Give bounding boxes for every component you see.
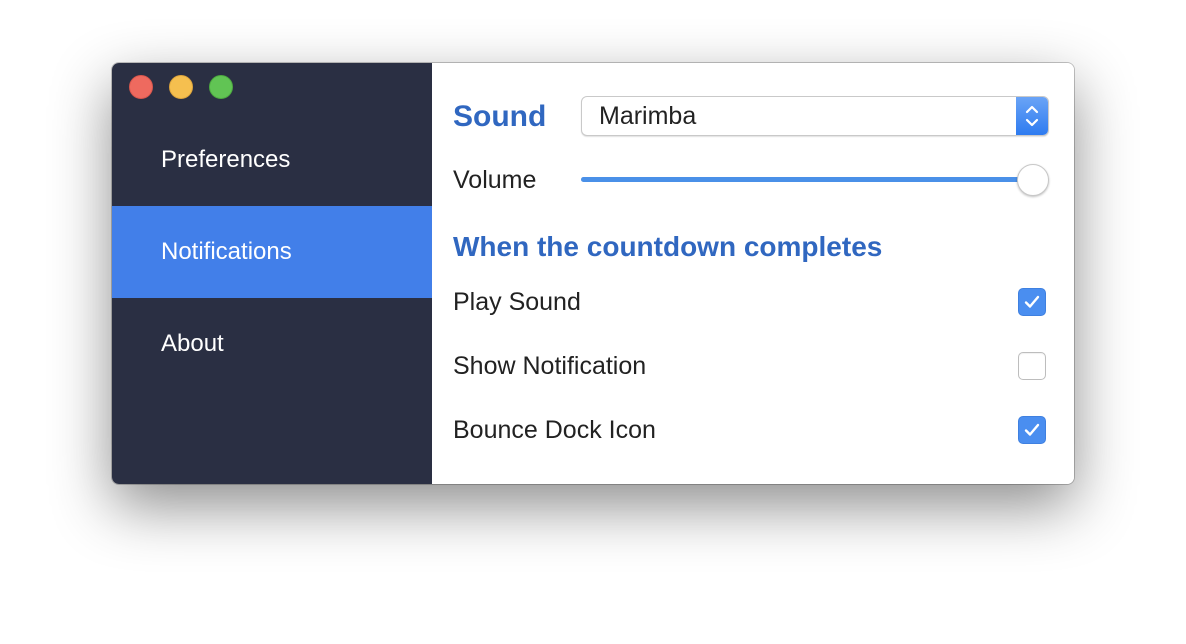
traffic-lights <box>129 75 233 99</box>
option-row-show-notification: Show Notification <box>453 349 1046 383</box>
minimize-button[interactable] <box>169 75 193 99</box>
close-button[interactable] <box>129 75 153 99</box>
sound-select[interactable]: Marimba <box>581 96 1049 136</box>
preferences-window: Preferences Notifications About Sound Ma… <box>112 63 1074 484</box>
sidebar-item-about[interactable]: About <box>112 298 432 390</box>
volume-slider-thumb[interactable] <box>1017 164 1049 196</box>
sidebar-nav: Preferences Notifications About <box>112 114 432 390</box>
option-row-bounce-dock-icon: Bounce Dock Icon <box>453 413 1046 447</box>
show-notification-checkbox[interactable] <box>1018 352 1046 380</box>
checkmark-icon <box>1024 295 1040 308</box>
volume-slider-fill <box>581 177 1033 182</box>
sidebar-item-label: Preferences <box>161 146 291 173</box>
countdown-heading: When the countdown completes <box>453 231 883 262</box>
volume-slider[interactable] <box>581 163 1049 197</box>
option-label: Show Notification <box>453 351 647 380</box>
bounce-dock-icon-checkbox[interactable] <box>1018 416 1046 444</box>
sound-select-value: Marimba <box>599 101 697 130</box>
option-label: Play Sound <box>453 287 581 316</box>
volume-label: Volume <box>453 166 537 194</box>
sidebar-item-label: Notifications <box>161 238 292 265</box>
zoom-button[interactable] <box>209 75 233 99</box>
sidebar-item-notifications[interactable]: Notifications <box>112 206 432 298</box>
notifications-pane: Sound Marimba Volume When the countdown … <box>432 63 1074 484</box>
sound-heading: Sound <box>453 100 547 133</box>
option-row-play-sound: Play Sound <box>453 285 1046 319</box>
option-label: Bounce Dock Icon <box>453 415 656 444</box>
checkmark-icon <box>1024 423 1040 436</box>
sidebar: Preferences Notifications About <box>112 63 432 484</box>
sidebar-item-label: About <box>161 330 224 357</box>
up-down-chevron-icon <box>1016 97 1048 135</box>
sidebar-item-preferences[interactable]: Preferences <box>112 114 432 206</box>
play-sound-checkbox[interactable] <box>1018 288 1046 316</box>
